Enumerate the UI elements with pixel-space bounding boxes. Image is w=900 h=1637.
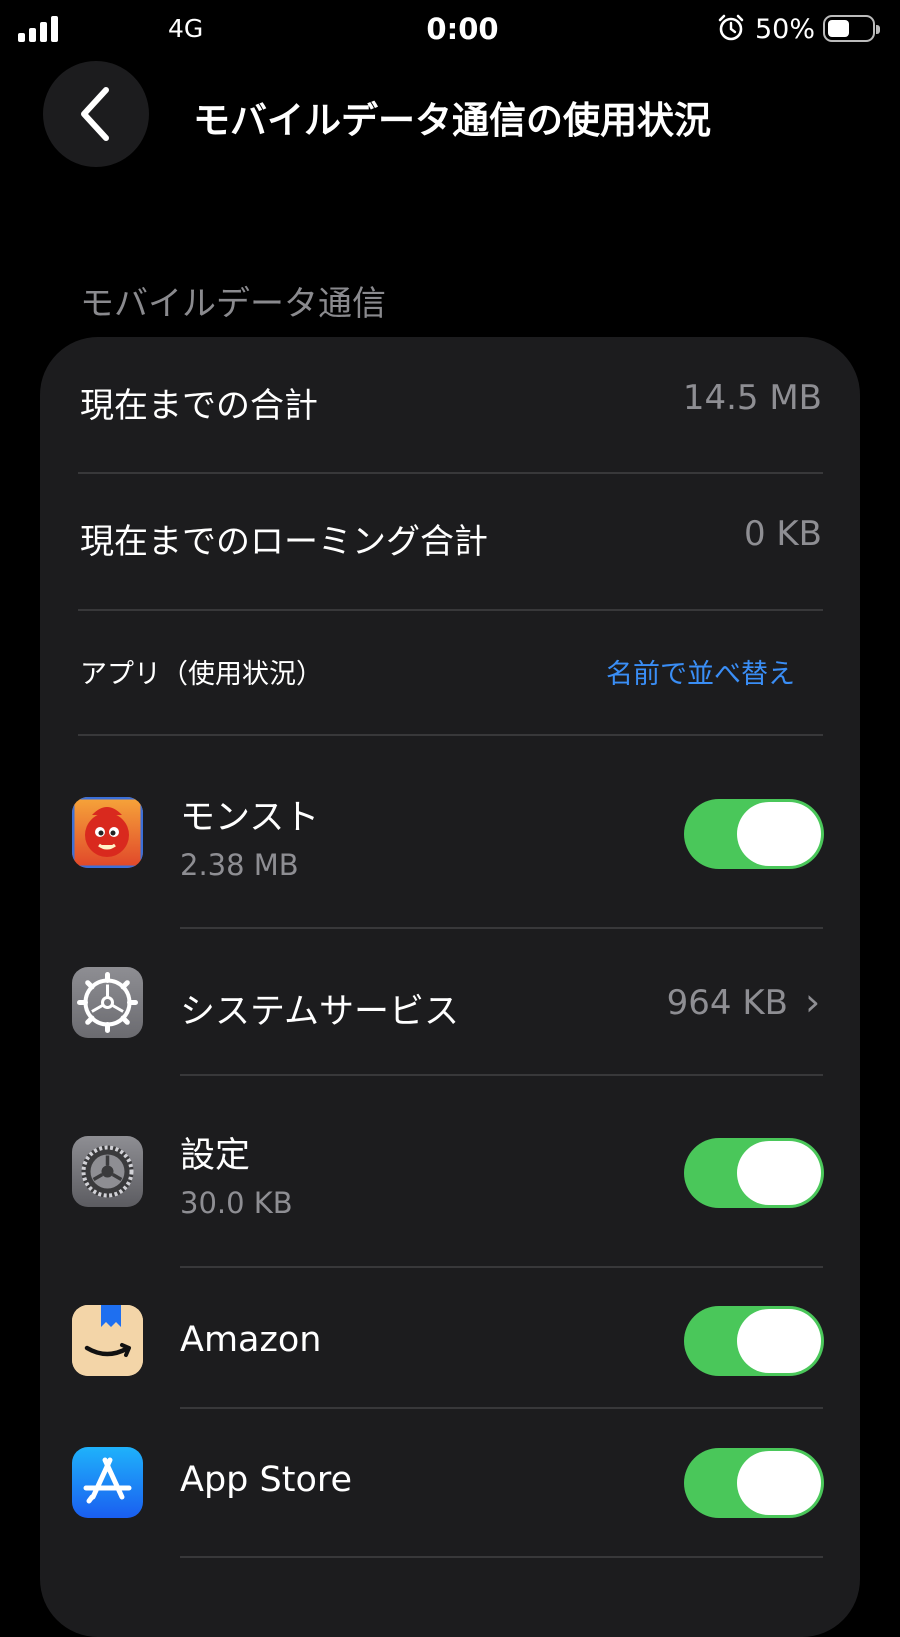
battery-icon <box>823 15 880 42</box>
divider <box>180 1266 823 1268</box>
divider <box>180 927 823 929</box>
amazon-icon <box>72 1305 143 1376</box>
chevron-right-icon: › <box>805 980 821 1024</box>
app-name: モンスト <box>180 798 320 838</box>
cellular-toggle-amazon[interactable] <box>684 1306 824 1376</box>
app-name: システムサービス <box>180 992 459 1032</box>
roaming-usage-label: 現在までのローミング合計 <box>80 522 488 562</box>
settings-gear-icon <box>72 1136 143 1207</box>
page-title: モバイルデータ通信の使用状況 <box>193 99 711 142</box>
app-name: Amazon <box>180 1320 322 1360</box>
total-usage-label: 現在までの合計 <box>80 386 318 426</box>
total-usage-value: 14.5 MB <box>682 378 822 418</box>
app-name: 設定 <box>180 1136 251 1176</box>
status-bar: 4G 0:00 50% <box>0 0 900 60</box>
divider <box>180 1407 823 1409</box>
app-store-icon <box>72 1447 143 1518</box>
cellular-toggle-monst[interactable] <box>684 799 824 869</box>
app-usage: 30.0 KB <box>180 1186 293 1220</box>
divider <box>180 1074 823 1076</box>
roaming-usage-value: 0 KB <box>743 514 822 554</box>
battery-percent: 50% <box>755 14 816 45</box>
apps-header-label: アプリ（使用状況） <box>80 659 323 690</box>
chevron-left-icon <box>81 87 109 141</box>
app-usage-value: 964 KB <box>666 983 788 1023</box>
divider <box>180 1556 823 1558</box>
divider <box>78 609 823 611</box>
app-usage: 2.38 MB <box>180 848 299 882</box>
section-header: モバイルデータ通信 <box>80 284 386 324</box>
cellular-toggle-app-store[interactable] <box>684 1448 824 1518</box>
sort-by-name-link[interactable]: 名前で並べ替え <box>606 652 795 691</box>
system-services-gear-icon <box>72 967 143 1038</box>
divider <box>78 472 823 474</box>
back-button[interactable] <box>43 61 149 167</box>
divider <box>78 734 823 736</box>
cellular-toggle-settings[interactable] <box>684 1138 824 1208</box>
app-name: App Store <box>180 1460 353 1500</box>
monster-strike-icon <box>72 797 143 868</box>
alarm-icon <box>718 14 744 41</box>
